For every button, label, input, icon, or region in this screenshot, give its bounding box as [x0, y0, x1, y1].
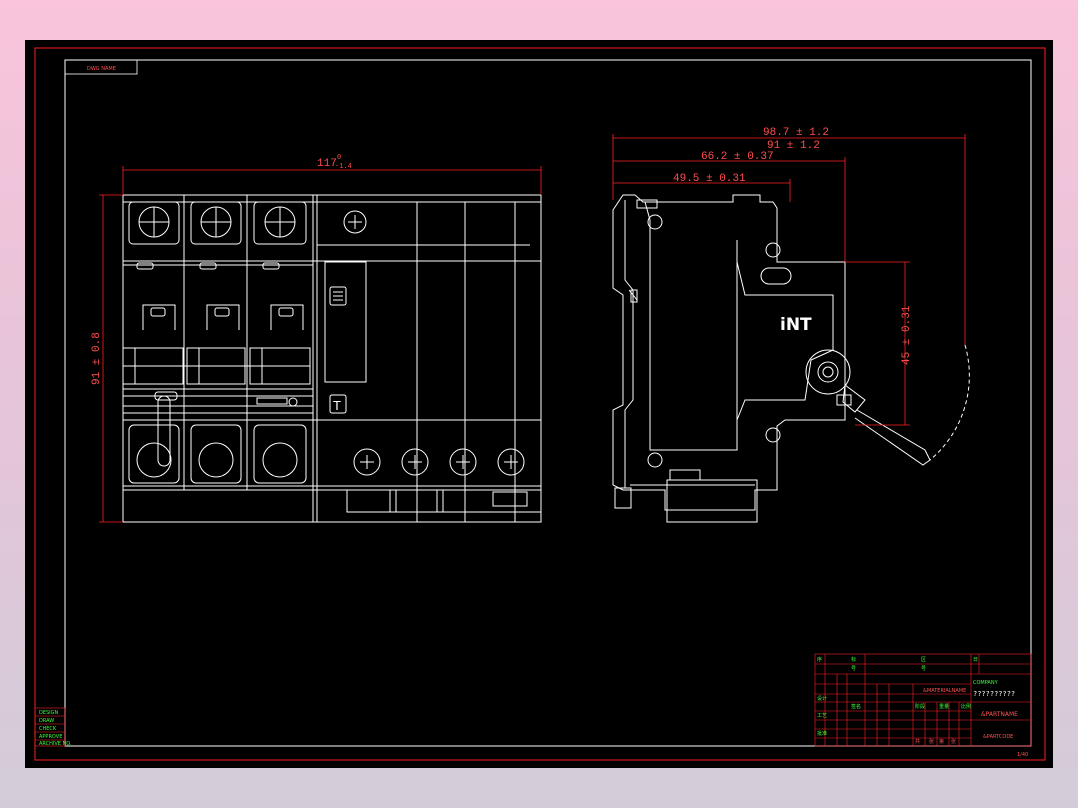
inner-frame	[64, 59, 1032, 747]
svg-text:张: 张	[951, 738, 956, 745]
svg-text:张: 张	[929, 738, 934, 745]
stamp-line-1: DESIGN	[39, 710, 59, 716]
svg-text:共: 共	[915, 738, 920, 745]
title-block-marks: 序 标 区 日 号 号 设计 工艺 批准 签名 阶段 重量 比例 共 张 第 张…	[817, 656, 978, 745]
front-width-tol-upper: 0	[337, 154, 341, 162]
front-width-dim: 117	[317, 158, 337, 170]
front-height-dim: 91 ± 0.8	[91, 332, 103, 385]
title-part-code: &PARTCODE	[983, 734, 1013, 740]
svg-text:T: T	[333, 398, 341, 413]
title-question-marks: ??????????	[973, 690, 1015, 698]
side-view	[612, 194, 970, 523]
title-partname: &PARTNAME	[981, 711, 1018, 718]
side-dim-2: 91 ± 1.2	[767, 140, 820, 152]
svg-text:&MATERIALNAME: &MATERIALNAME	[923, 688, 966, 694]
corner-label: DWG NAME	[87, 66, 116, 72]
stamp-line-2: DRAW	[39, 718, 54, 724]
side-dim-4: 49.5 ± 0.31	[673, 173, 746, 185]
drawing-sheet: DWG NAME T 117 0 -1.4 91 ± 0.8 iNT 98.7 …	[25, 40, 1053, 768]
title-scale-small: 1/40	[1017, 752, 1028, 758]
svg-text:签名: 签名	[851, 703, 861, 710]
side-handle-dim: 45 ± 0.31	[901, 305, 913, 365]
stamp-line-4: APPROVE	[39, 734, 62, 740]
outer-frame	[34, 47, 1046, 761]
brand-mark: iNT	[780, 315, 812, 335]
svg-text:工艺: 工艺	[817, 713, 827, 719]
svg-text:日: 日	[973, 657, 978, 663]
svg-text:重量: 重量	[939, 703, 949, 710]
stamp-line-5: ARCHIVE NO.	[39, 741, 72, 747]
svg-text:号: 号	[921, 666, 926, 672]
front-view: T	[122, 194, 542, 523]
side-dim-1: 98.7 ± 1.2	[763, 127, 829, 139]
front-width-tol-lower: -1.4	[335, 163, 352, 171]
svg-text:阶段: 阶段	[915, 703, 925, 710]
stamp-line-3: CHECK	[39, 726, 57, 732]
side-dimensions	[612, 134, 966, 426]
svg-text:设计: 设计	[817, 695, 827, 702]
svg-text:批准: 批准	[817, 730, 827, 737]
svg-text:第: 第	[939, 738, 944, 745]
svg-text:序: 序	[817, 656, 822, 663]
svg-text:标: 标	[851, 656, 856, 663]
svg-text:区: 区	[921, 657, 926, 663]
title-company: COMPANY	[973, 680, 999, 686]
side-dim-3: 66.2 ± 0.37	[701, 151, 774, 163]
svg-text:号: 号	[851, 666, 856, 672]
svg-text:比例: 比例	[961, 703, 971, 710]
